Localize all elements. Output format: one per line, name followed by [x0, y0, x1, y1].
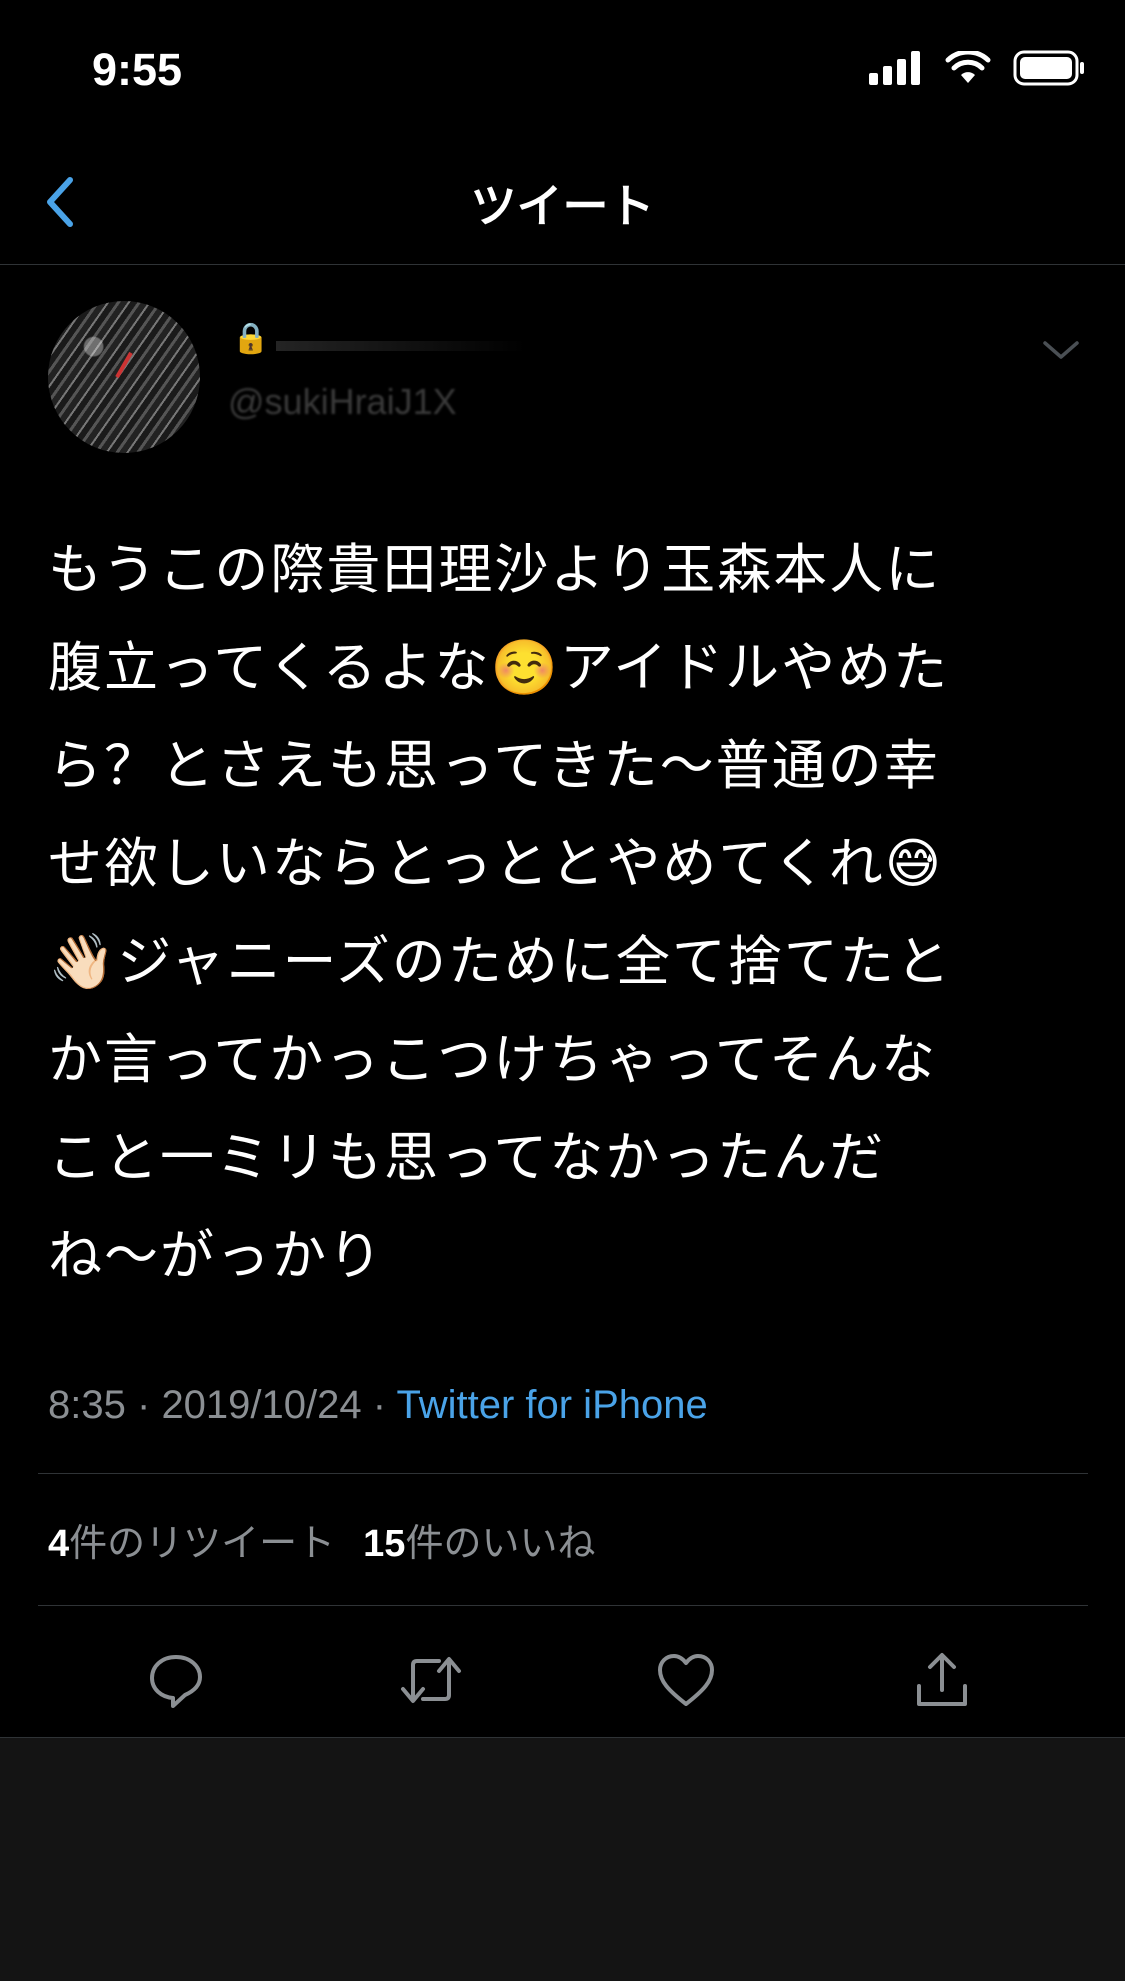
- share-icon: [917, 1653, 967, 1706]
- engagement-stats: 4件のリツイート 15件のいいね: [48, 1512, 595, 1567]
- meta-separator: ·: [372, 1383, 387, 1427]
- likes-stat[interactable]: 15件のいいね: [363, 1512, 595, 1567]
- action-bar: [0, 1635, 1125, 1725]
- status-bar: 9:55: [0, 0, 1125, 140]
- status-time: 9:55: [92, 44, 183, 95]
- likes-count: 15: [363, 1523, 406, 1565]
- retweets-label: 件のリツイート: [69, 1521, 336, 1565]
- chevron-down-icon[interactable]: [1041, 335, 1081, 365]
- likes-label: 件のいいね: [405, 1521, 596, 1565]
- tweet-text: もうこの際貴田理沙より玉森本人に 腹立ってくるよな☺️アイドルやめた ら？とさえ…: [48, 538, 952, 1287]
- reply-icon: [150, 1655, 202, 1708]
- reply-button[interactable]: [131, 1635, 221, 1725]
- empty-footer-area: [0, 1737, 1125, 1981]
- signal-icon: [869, 51, 920, 85]
- tweet-time: 8:35: [48, 1383, 126, 1427]
- share-button[interactable]: [897, 1635, 987, 1725]
- retweets-count: 4: [48, 1523, 70, 1565]
- tweet-source-link[interactable]: Twitter for iPhone: [396, 1383, 707, 1427]
- like-button[interactable]: [641, 1635, 731, 1725]
- tweet-detail: 🔒 @sukiHraiJ1X もうこの際貴田理沙より玉森本人に 腹立ってくるよな…: [0, 265, 1125, 1737]
- avatar[interactable]: [48, 301, 200, 453]
- divider: [38, 1473, 1088, 1474]
- wifi-icon: [945, 51, 991, 83]
- retweet-button[interactable]: [386, 1635, 476, 1725]
- page-title: ツイート: [470, 179, 655, 233]
- tweet-date: 2019/10/24: [161, 1383, 362, 1427]
- meta-separator: ·: [136, 1383, 151, 1427]
- tweet-meta: 8:35 · 2019/10/24 · Twitter for iPhone: [48, 1383, 708, 1428]
- like-icon: [658, 1654, 714, 1706]
- divider: [38, 1605, 1088, 1606]
- user-handle[interactable]: @sukiHraiJ1X: [228, 381, 457, 423]
- display-name[interactable]: 🔒: [232, 321, 272, 367]
- nav-bar: ツイート: [0, 140, 1125, 265]
- retweet-icon: [401, 1657, 461, 1703]
- battery-icon: [1013, 50, 1084, 86]
- retweets-stat[interactable]: 4件のリツイート: [48, 1512, 335, 1567]
- status-icons: [869, 50, 1085, 86]
- name-redaction: [276, 341, 526, 351]
